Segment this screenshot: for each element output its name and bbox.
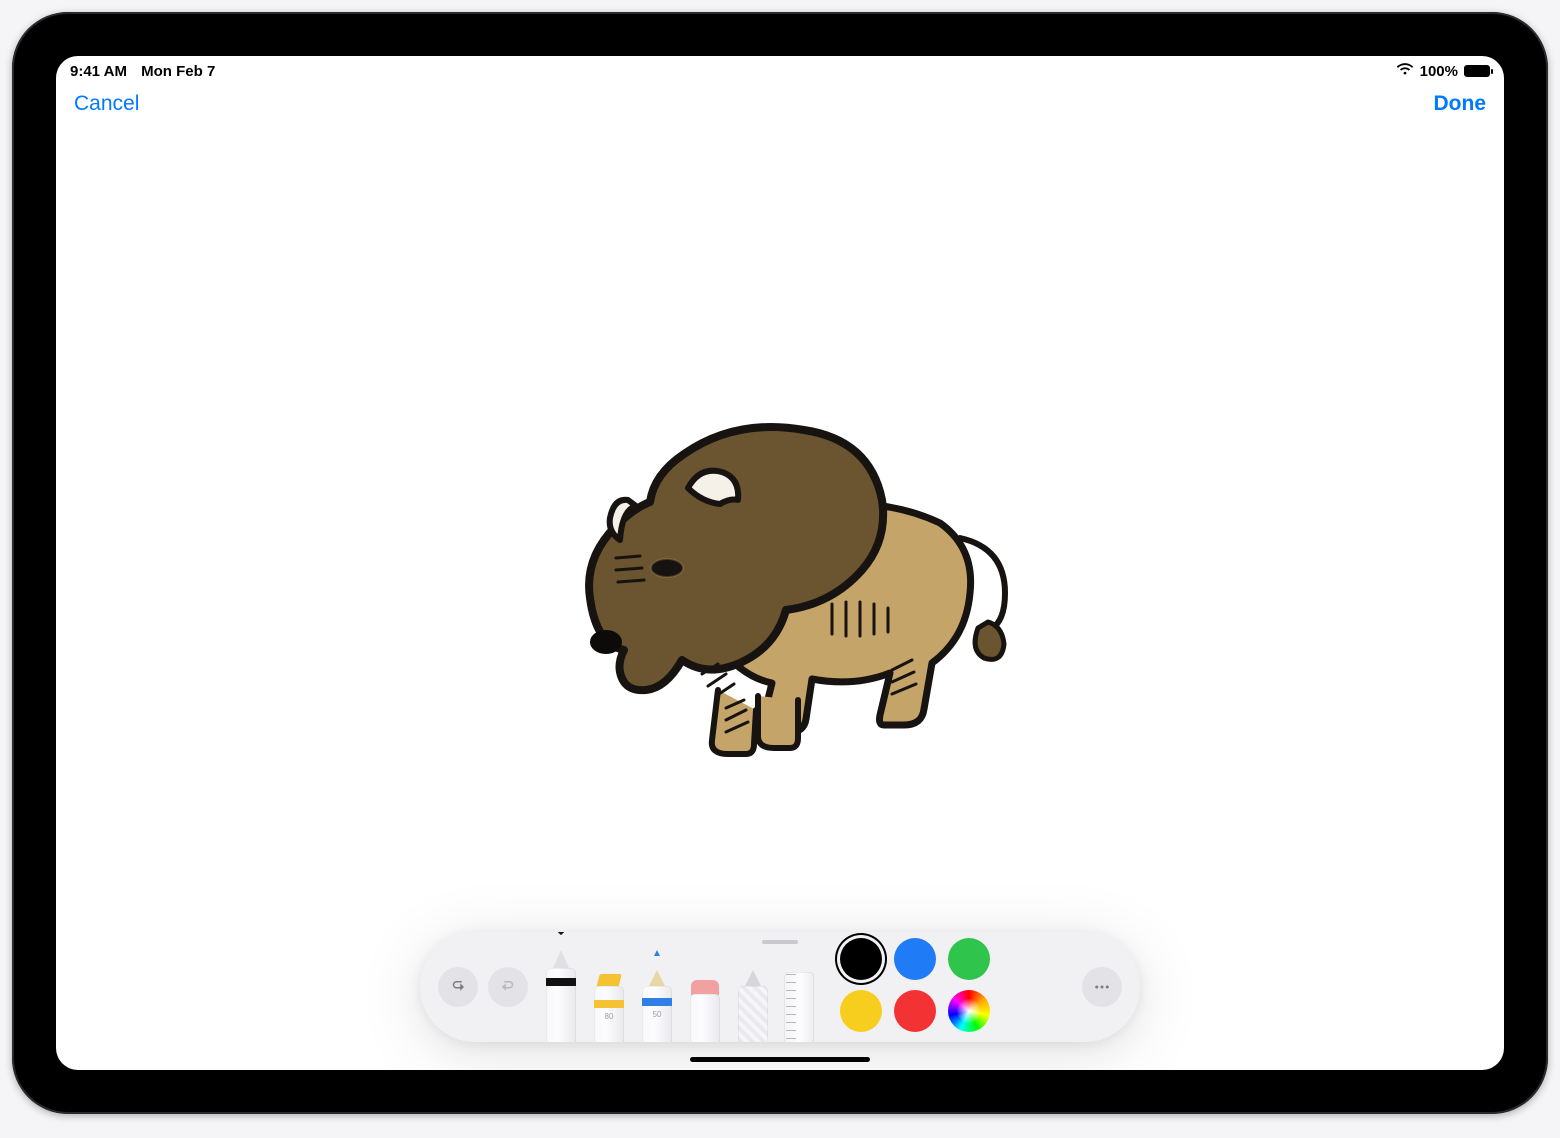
color-red[interactable] bbox=[894, 990, 936, 1032]
home-indicator[interactable] bbox=[690, 1057, 870, 1062]
bison-drawing bbox=[520, 408, 1040, 788]
battery-percent: 100% bbox=[1420, 63, 1458, 80]
drawing-canvas[interactable] bbox=[56, 126, 1504, 1070]
undo-button[interactable] bbox=[438, 967, 478, 1007]
toolbar-grabber[interactable] bbox=[762, 940, 798, 944]
wifi-icon bbox=[1396, 63, 1414, 80]
eraser-tool[interactable] bbox=[688, 980, 722, 1042]
pen-tool[interactable] bbox=[544, 950, 578, 1042]
screen: 9:41 AM Mon Feb 7 100% Cancel Done bbox=[56, 56, 1504, 1070]
color-picker-button[interactable] bbox=[948, 990, 990, 1032]
color-yellow[interactable] bbox=[840, 990, 882, 1032]
color-black[interactable] bbox=[840, 938, 882, 980]
done-button[interactable]: Done bbox=[1434, 92, 1487, 116]
markup-toolbar: 80 50 bbox=[420, 932, 1140, 1042]
pencil-tool[interactable]: 50 bbox=[640, 970, 674, 1042]
nav-bar: Cancel Done bbox=[56, 82, 1504, 116]
tool-tray: 80 50 bbox=[544, 932, 816, 1042]
color-palette bbox=[840, 938, 994, 1036]
more-button[interactable] bbox=[1082, 967, 1122, 1007]
ruler-tool[interactable] bbox=[784, 972, 816, 1042]
color-green[interactable] bbox=[948, 938, 990, 980]
status-bar: 9:41 AM Mon Feb 7 100% bbox=[56, 56, 1504, 82]
color-blue[interactable] bbox=[894, 938, 936, 980]
status-time: 9:41 AM bbox=[70, 63, 127, 80]
status-date: Mon Feb 7 bbox=[141, 63, 215, 80]
redo-button[interactable] bbox=[488, 967, 528, 1007]
lasso-tool[interactable] bbox=[736, 970, 770, 1042]
cancel-button[interactable]: Cancel bbox=[74, 92, 139, 116]
ipad-device-frame: 9:41 AM Mon Feb 7 100% Cancel Done bbox=[12, 12, 1548, 1114]
highlighter-tool[interactable]: 80 bbox=[592, 974, 626, 1042]
battery-icon bbox=[1464, 65, 1490, 77]
